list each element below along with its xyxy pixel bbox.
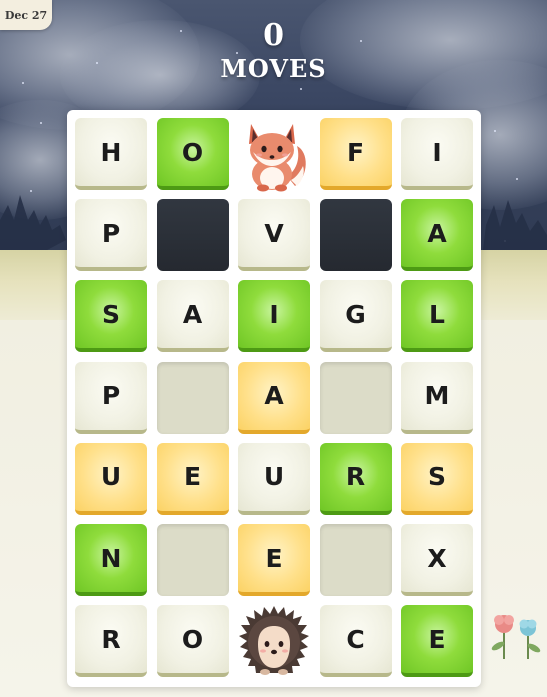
moves-count: 0 bbox=[263, 18, 284, 53]
letter-tile[interactable]: E bbox=[401, 605, 473, 678]
letter-tile[interactable]: A bbox=[238, 361, 310, 434]
hedgehog-player-icon[interactable] bbox=[238, 605, 310, 677]
letter-tile[interactable]: C bbox=[319, 605, 392, 678]
letter-tile[interactable]: U bbox=[238, 442, 310, 515]
letter-tile[interactable]: S bbox=[75, 280, 147, 353]
letter-tile[interactable]: N bbox=[75, 524, 147, 596]
letter-tile[interactable]: V bbox=[238, 199, 310, 272]
empty-cell bbox=[156, 361, 229, 434]
letter-tile[interactable]: U bbox=[75, 442, 147, 515]
letter-tile[interactable]: P bbox=[75, 199, 147, 272]
letter-tile[interactable]: R bbox=[75, 605, 147, 678]
letter-tile[interactable]: R bbox=[319, 442, 392, 515]
letter-tile[interactable]: O bbox=[156, 118, 229, 190]
empty-cell bbox=[319, 361, 392, 434]
letter-tile[interactable]: H bbox=[75, 118, 147, 190]
empty-cell bbox=[319, 524, 392, 596]
moves-counter: 0 MOVES bbox=[0, 18, 547, 84]
letter-tile[interactable]: L bbox=[401, 280, 473, 353]
letter-tile[interactable]: F bbox=[319, 118, 392, 190]
letter-tile[interactable]: X bbox=[401, 524, 473, 596]
letter-tile[interactable]: O bbox=[156, 605, 229, 678]
letter-tile[interactable]: P bbox=[75, 361, 147, 434]
empty-cell bbox=[156, 524, 229, 596]
empty-cell bbox=[319, 199, 392, 272]
letter-tile[interactable]: E bbox=[156, 442, 229, 515]
flowers-decoration bbox=[491, 615, 541, 659]
moves-label: MOVES bbox=[220, 54, 327, 83]
game-board: HO FIPVASAIGLPAMUEURSNEXRO CE bbox=[67, 110, 481, 687]
letter-tile[interactable]: G bbox=[319, 280, 392, 353]
empty-cell bbox=[156, 199, 229, 272]
letter-tile[interactable]: A bbox=[156, 280, 229, 353]
letter-tile[interactable]: M bbox=[401, 361, 473, 434]
letter-tile[interactable]: S bbox=[401, 442, 473, 515]
letter-tile[interactable]: A bbox=[401, 199, 473, 272]
letter-tile[interactable]: I bbox=[238, 280, 310, 353]
letter-tile[interactable]: E bbox=[238, 524, 310, 596]
letter-tile[interactable]: I bbox=[401, 118, 473, 190]
fox-player-icon[interactable] bbox=[238, 118, 310, 192]
